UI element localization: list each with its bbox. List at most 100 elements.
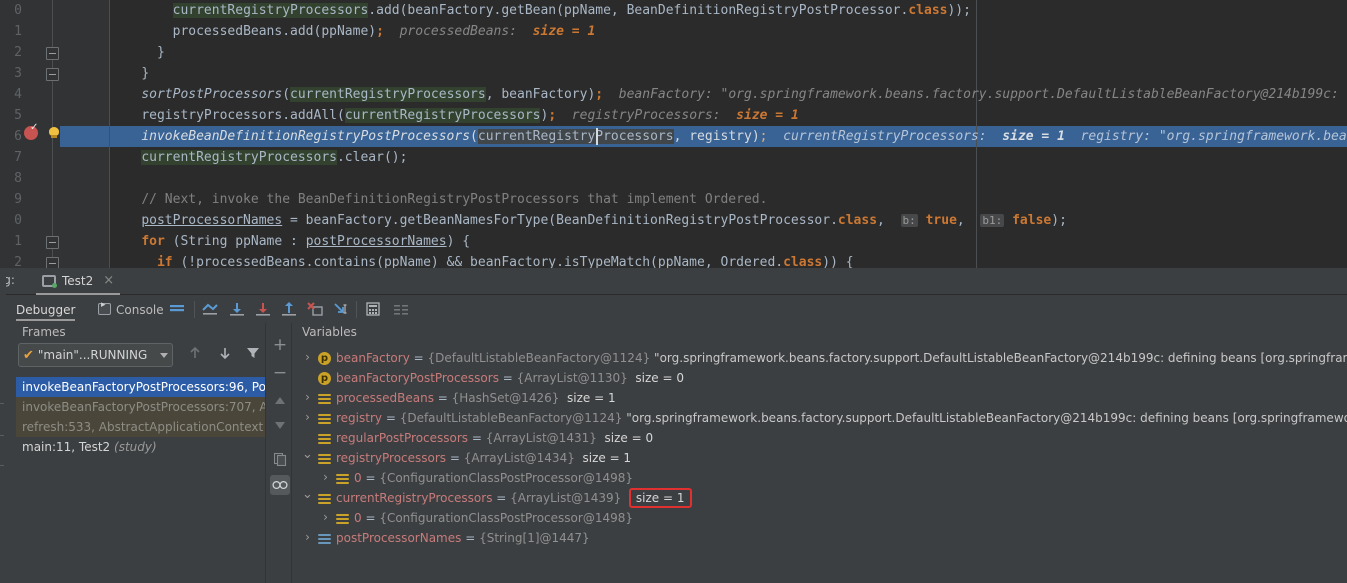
- chevron-right-icon[interactable]: ›: [302, 391, 313, 403]
- step-over-icon[interactable]: [228, 301, 246, 317]
- arrow-down-icon[interactable]: [216, 345, 234, 361]
- debug-tabbar: bug: Test2 ×: [0, 268, 1347, 295]
- chevron-right-icon[interactable]: ›: [320, 511, 331, 523]
- toolbar-separator: [194, 301, 195, 318]
- run-to-cursor-icon[interactable]: [332, 301, 350, 317]
- collection-variable-icon: [318, 452, 331, 465]
- move-down-icon[interactable]: [270, 415, 290, 435]
- variable-row[interactable]: ⌄ currentRegistryProcessors = {ArrayList@…: [292, 488, 1347, 508]
- chevron-right-icon[interactable]: ›: [320, 471, 331, 483]
- intellij-debugger-window: 0 1 2 3 4 5 6 7 8 9 0 1 2 currentRegistryProcessors.…: [0, 0, 1347, 583]
- step-out-icon[interactable]: [280, 301, 298, 317]
- tab-debugger[interactable]: Debugger: [16, 299, 76, 321]
- code-line: postProcessorNames = beanFactory.getBean…: [141, 213, 1067, 228]
- add-icon[interactable]: +: [270, 335, 290, 355]
- variable-text: 0 = {ConfigurationClassPostProcessor@149…: [354, 468, 633, 488]
- arrow-up-icon[interactable]: [186, 345, 204, 361]
- frames-pane: Frames ✔ "main"...RUNNING invokeBeanFact…: [0, 323, 265, 583]
- variable-text: registry = {DefaultListableBeanFactory@1…: [336, 408, 1347, 428]
- fold-marker[interactable]: [46, 236, 59, 249]
- thread-selector[interactable]: ✔ "main"...RUNNING: [18, 343, 173, 367]
- fold-marker[interactable]: [46, 47, 59, 60]
- variable-row[interactable]: › 0 = {ConfigurationClassPostProcessor@14…: [292, 468, 1347, 488]
- variable-text: regularPostProcessors = {ArrayList@1431}…: [336, 428, 653, 448]
- line-number: 0: [14, 213, 22, 228]
- run-configuration-icon: [42, 274, 57, 288]
- frame-row[interactable]: main:11, Test2 (study): [16, 437, 265, 457]
- filter-icon[interactable]: [244, 345, 262, 361]
- variable-type: {ArrayList@1431}: [485, 431, 597, 445]
- line-number: 5: [14, 108, 22, 123]
- code-line: sortPostProcessors(currentRegistryProces…: [141, 87, 1347, 102]
- settings-icon[interactable]: [392, 301, 410, 317]
- variable-type: {DefaultListableBeanFactory@1124}: [399, 411, 623, 425]
- chevron-down-icon[interactable]: ⌄: [302, 488, 313, 503]
- frame-row[interactable]: invokeBeanFactoryPostProcessors:96, Po: [16, 377, 265, 397]
- variable-row[interactable]: ⌄ registryProcessors = {ArrayList@1434} s…: [292, 448, 1347, 468]
- chevron-right-icon[interactable]: ›: [302, 531, 313, 543]
- gutter-line: 1: [0, 21, 110, 42]
- variable-row[interactable]: regularPostProcessors = {ArrayList@1431}…: [292, 428, 1347, 448]
- chevron-down-icon[interactable]: ⌄: [302, 448, 313, 463]
- line-number: 7: [14, 150, 22, 165]
- variable-size: size = 0: [604, 431, 654, 445]
- highlighted-size-value: size = 1: [628, 488, 692, 508]
- chevron-right-icon[interactable]: ›: [302, 351, 313, 363]
- tab-console[interactable]: Console: [116, 299, 164, 321]
- collection-variable-icon: [318, 412, 331, 425]
- variable-name: regularPostProcessors: [336, 431, 469, 445]
- gutter-line: 7: [0, 147, 110, 168]
- fold-marker[interactable]: [46, 257, 59, 268]
- debugger-panes: Frames ✔ "main"...RUNNING invokeBeanFact…: [0, 323, 1347, 583]
- debug-tool-window: bug: Test2 × Debugger Console: [0, 268, 1347, 583]
- variable-name: beanFactoryPostProcessors: [336, 371, 499, 385]
- variables-pane[interactable]: Variables › p beanFactory = {DefaultListab…: [291, 323, 1347, 583]
- variable-row[interactable]: › processedBeans = {HashSet@1426} size = …: [292, 388, 1347, 408]
- code-line: if (!processedBeans.contains(ppName) && …: [156, 255, 854, 268]
- move-up-icon[interactable]: [270, 391, 290, 411]
- watches-icon[interactable]: [270, 475, 290, 495]
- layout-settings-icon[interactable]: [168, 301, 186, 317]
- variable-row[interactable]: › postProcessorNames = {String[1]@1447}: [292, 528, 1347, 548]
- variable-text: beanFactoryPostProcessors = {ArrayList@1…: [336, 368, 684, 388]
- variable-text: 0 = {ConfigurationClassPostProcessor@149…: [354, 508, 633, 528]
- variable-name: postProcessorNames: [336, 531, 462, 545]
- frame-label: invokeBeanFactoryPostProcessors:707, A: [22, 400, 265, 414]
- variable-row[interactable]: p beanFactoryPostProcessors = {ArrayList@…: [292, 368, 1347, 388]
- step-into-icon[interactable]: [254, 301, 272, 317]
- close-icon[interactable]: ×: [103, 273, 114, 288]
- evaluate-expression-icon[interactable]: [364, 301, 382, 317]
- code-editor[interactable]: 0 1 2 3 4 5 6 7 8 9 0 1 2 currentRegistryProcessors.…: [0, 0, 1347, 268]
- show-execution-point-icon[interactable]: [201, 301, 219, 317]
- variable-row[interactable]: › 0 = {ConfigurationClassPostProcessor@14…: [292, 508, 1347, 528]
- frame-module: (study): [114, 440, 157, 454]
- fold-marker[interactable]: [46, 68, 59, 81]
- frame-label: invokeBeanFactoryPostProcessors:96, Po: [22, 380, 265, 394]
- remove-icon[interactable]: −: [270, 363, 290, 383]
- breakpoint-icon[interactable]: [24, 122, 38, 140]
- variables-sidebar-toolbar[interactable]: + −: [265, 323, 291, 583]
- text-caret: [596, 128, 598, 145]
- code-text-area[interactable]: currentRegistryProcessors.add(beanFactor…: [110, 0, 1347, 268]
- variable-size: size = 1: [582, 451, 632, 465]
- execution-line-gutter-highlight: [60, 126, 110, 147]
- variable-equals: =: [361, 471, 380, 485]
- drop-frame-icon[interactable]: [306, 301, 324, 317]
- left-edge-strip: [0, 268, 6, 583]
- variable-value: "org.springframework.beans.factory.suppo…: [654, 351, 1347, 365]
- copy-icon[interactable]: [270, 449, 290, 469]
- variables-title: Variables: [302, 325, 357, 339]
- code-line: processedBeans.add(ppName); processedBea…: [172, 24, 596, 39]
- variable-row[interactable]: › registry = {DefaultListableBeanFactory@…: [292, 408, 1347, 428]
- intention-bulb-icon[interactable]: [48, 127, 60, 139]
- frame-label: refresh:533, AbstractApplicationContext: [22, 420, 264, 434]
- collection-variable-icon: [336, 472, 349, 485]
- code-line: for (String ppName : postProcessorNames)…: [141, 234, 471, 249]
- debugger-toolbar[interactable]: Debugger Console: [0, 295, 1347, 323]
- frame-row[interactable]: invokeBeanFactoryPostProcessors:707, A: [16, 397, 265, 417]
- run-configuration-tab[interactable]: Test2 ×: [36, 268, 121, 295]
- variable-row[interactable]: › p beanFactory = {DefaultListableBeanFact…: [292, 348, 1347, 368]
- frame-row[interactable]: refresh:533, AbstractApplicationContext: [16, 417, 265, 437]
- code-line: currentRegistryProcessors.add(beanFactor…: [172, 3, 971, 18]
- chevron-right-icon[interactable]: ›: [302, 411, 313, 423]
